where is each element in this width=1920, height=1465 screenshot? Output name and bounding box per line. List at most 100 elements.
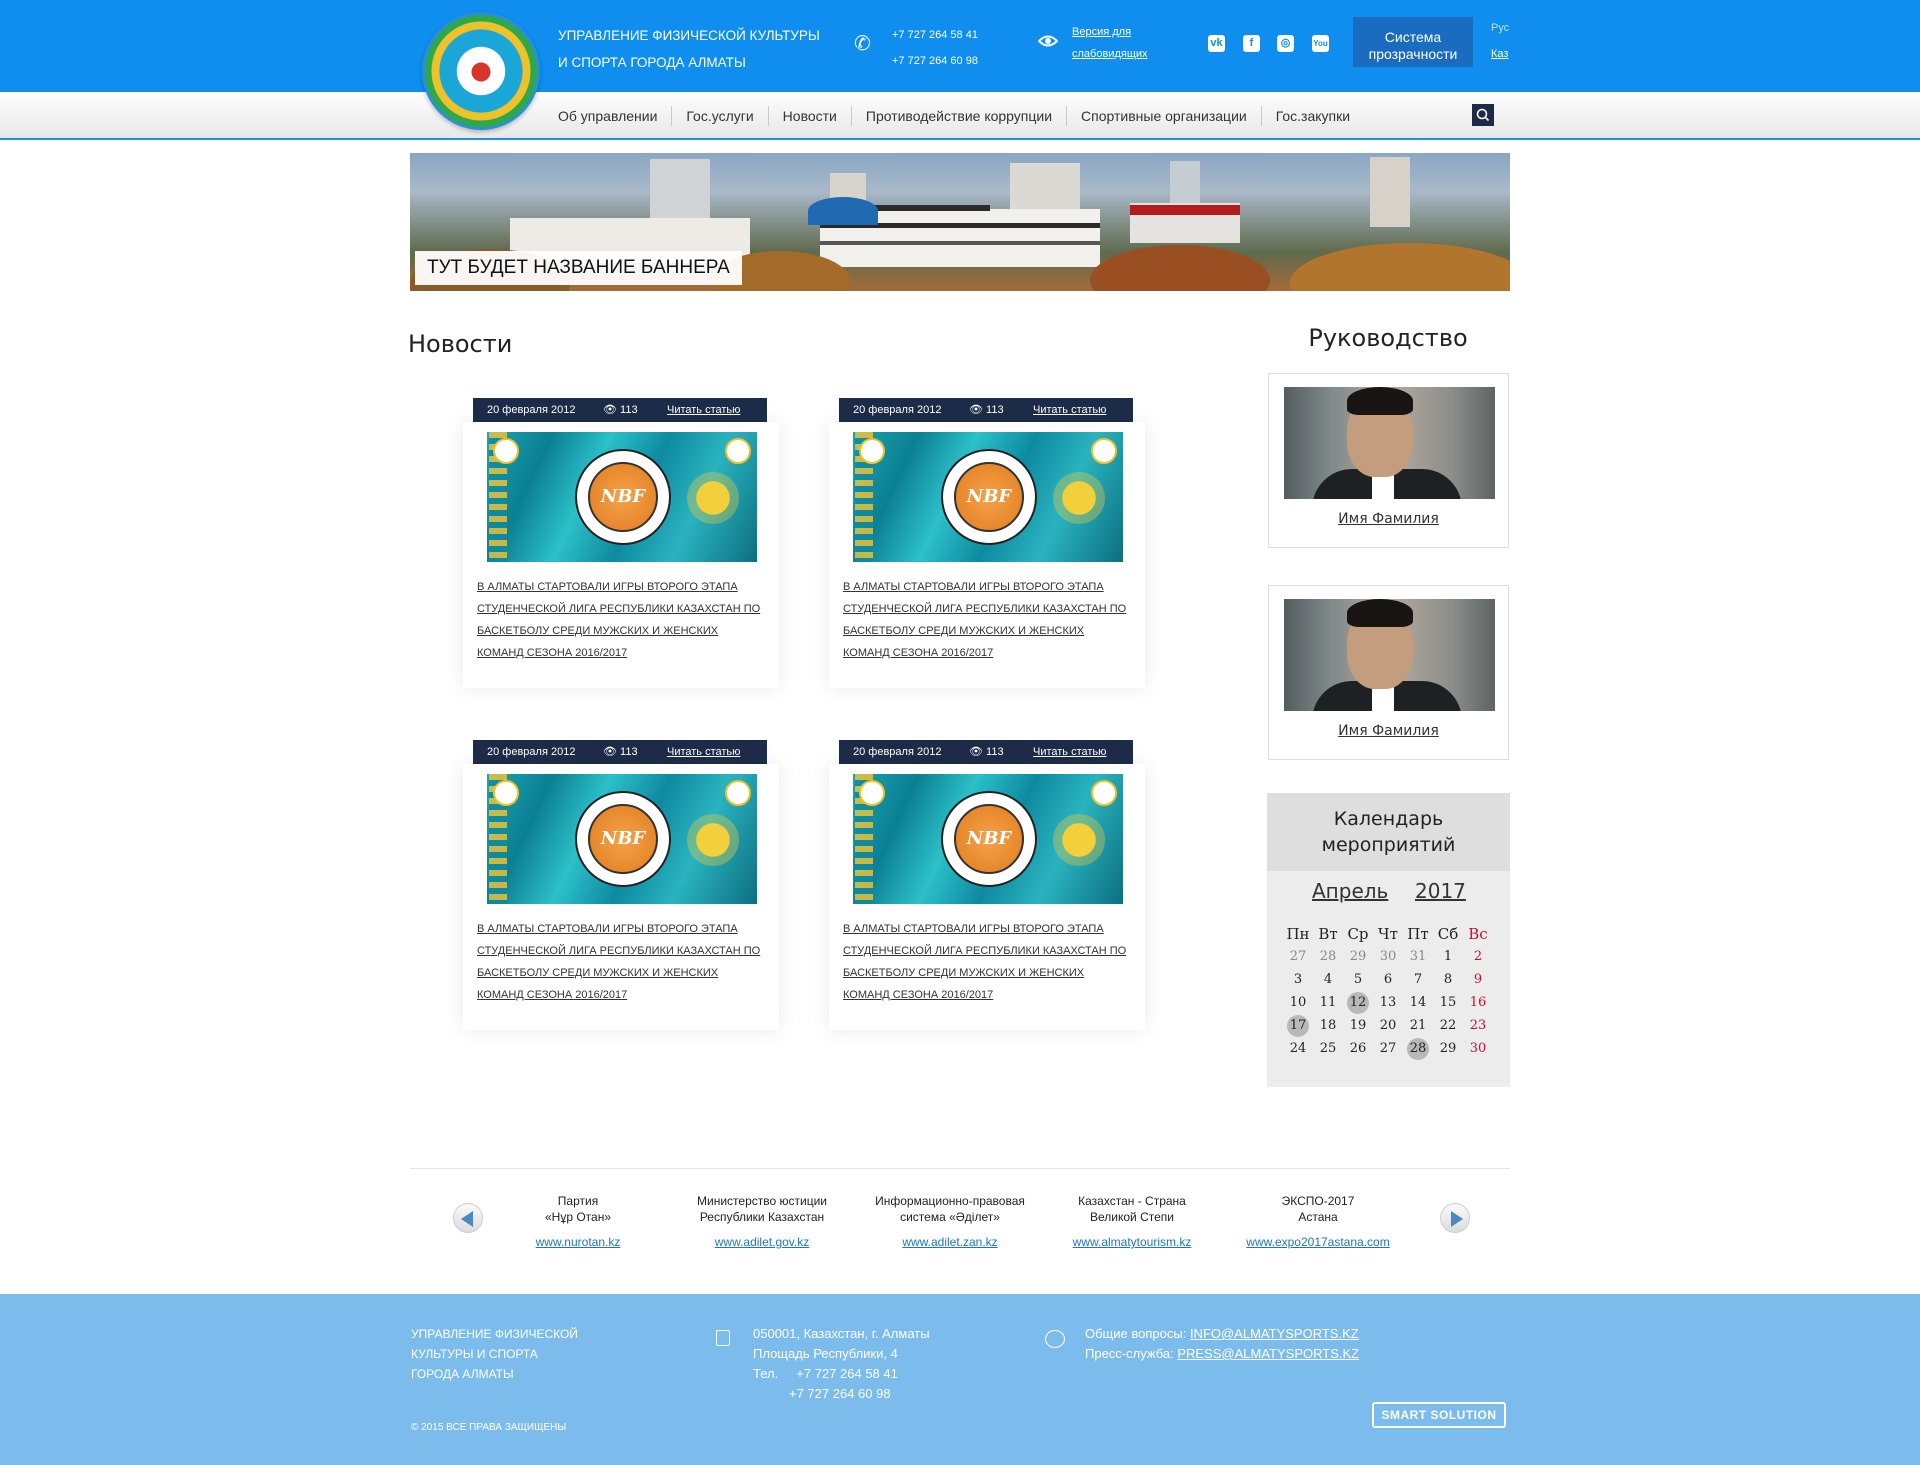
news-title-link[interactable]: В Алматы стартовали игры второго этапа с… xyxy=(477,576,767,664)
calendar-day[interactable]: 10 xyxy=(1283,992,1313,1015)
calendar-day[interactable]: 3 xyxy=(1283,969,1313,992)
partner-item[interactable]: ЭКСПО-2017 Астана www.expo2017astana.com xyxy=(1228,1193,1408,1251)
calendar-title: Календарь мероприятий xyxy=(1267,793,1510,871)
nav-item-1[interactable]: Об управлении xyxy=(558,106,673,126)
news-image[interactable]: NBF xyxy=(853,774,1123,904)
calendar-day[interactable]: 29 xyxy=(1343,946,1373,969)
leader-photo[interactable] xyxy=(1284,387,1495,499)
calendar-year-selector[interactable]: 2017 xyxy=(1415,879,1466,903)
calendar-day-number: 19 xyxy=(1349,1018,1367,1033)
calendar-day[interactable]: 31 xyxy=(1403,946,1433,969)
nav-item-6[interactable]: Гос.закупки xyxy=(1262,106,1364,126)
phone-icon: ✆ xyxy=(854,31,871,55)
read-article-link[interactable]: Читать статью xyxy=(667,740,740,764)
calendar-day[interactable]: 1 xyxy=(1433,946,1463,969)
facebook-icon[interactable]: f xyxy=(1243,35,1260,52)
federation-emblem-icon xyxy=(859,780,885,806)
search-button[interactable] xyxy=(1472,104,1494,126)
lang-kz-link[interactable]: Каз xyxy=(1491,48,1508,60)
leader-name-link[interactable]: Имя Фамилия xyxy=(1269,511,1508,527)
hero-banner[interactable]: Тут будет название баннера xyxy=(410,153,1510,291)
calendar-day[interactable]: 24 xyxy=(1283,1038,1313,1061)
news-image[interactable]: NBF xyxy=(487,432,757,562)
calendar-day[interactable]: 13 xyxy=(1373,992,1403,1015)
nav-item-4[interactable]: Противодействие коррупции xyxy=(852,106,1068,126)
lang-ru-link[interactable]: Рус xyxy=(1491,22,1509,34)
partner-item[interactable]: Министерство юстиции Республики Казахстан… xyxy=(672,1193,852,1251)
calendar-day-number: 20 xyxy=(1379,1018,1397,1033)
nav-item-2[interactable]: Гос.услуги xyxy=(672,106,769,126)
calendar-day[interactable]: 7 xyxy=(1403,969,1433,992)
calendar-day[interactable]: 8 xyxy=(1433,969,1463,992)
nav-item-3[interactable]: Новости xyxy=(769,106,852,126)
partner-url-link[interactable]: www.adilet.gov.kz xyxy=(715,1235,809,1249)
vk-icon[interactable]: vk xyxy=(1208,35,1225,52)
calendar-day[interactable]: 26 xyxy=(1343,1038,1373,1061)
calendar-day-event[interactable]: 28 xyxy=(1403,1038,1433,1061)
footer-org: Управление физической культуры и спорта … xyxy=(411,1324,578,1384)
calendar-day[interactable]: 25 xyxy=(1313,1038,1343,1061)
leader-card[interactable]: Имя Фамилия xyxy=(1268,585,1509,760)
news-title-link[interactable]: В Алматы стартовали игры второго этапа с… xyxy=(843,576,1133,664)
read-article-link[interactable]: Читать статью xyxy=(667,398,740,422)
calendar-day[interactable]: 4 xyxy=(1313,969,1343,992)
calendar-day[interactable]: 11 xyxy=(1313,992,1343,1015)
news-image[interactable]: NBF xyxy=(853,432,1123,562)
calendar-day[interactable]: 27 xyxy=(1283,946,1313,969)
partner-item[interactable]: Партия «Нұр Отан» www.nurotan.kz xyxy=(488,1193,668,1251)
calendar-day[interactable]: 30 xyxy=(1373,946,1403,969)
nav-item-5[interactable]: Спортивные организации xyxy=(1067,106,1262,126)
calendar-day-event[interactable]: 17 xyxy=(1283,1015,1313,1038)
calendar-day[interactable]: 21 xyxy=(1403,1015,1433,1038)
instagram-icon[interactable]: ◎ xyxy=(1277,35,1294,52)
calendar-day[interactable]: 6 xyxy=(1373,969,1403,992)
calendar-day[interactable]: 29 xyxy=(1433,1038,1463,1061)
partner-url-link[interactable]: www.adilet.zan.kz xyxy=(902,1235,997,1249)
calendar-day-number: 28 xyxy=(1407,1038,1429,1060)
calendar-day[interactable]: 22 xyxy=(1433,1015,1463,1038)
youtube-icon[interactable]: You xyxy=(1312,35,1329,52)
transparency-system-button[interactable]: Система прозрачности xyxy=(1353,17,1473,67)
partners-prev-arrow[interactable] xyxy=(453,1203,483,1233)
leader-photo[interactable] xyxy=(1284,599,1495,711)
news-title-link[interactable]: В Алматы стартовали игры второго этапа с… xyxy=(843,918,1133,1006)
news-card[interactable]: 20 февраля 2012 👁 113 Читать статью NBF В Ал… xyxy=(829,398,1145,688)
news-image[interactable]: NBF xyxy=(487,774,757,904)
calendar-day[interactable]: 14 xyxy=(1403,992,1433,1015)
news-card[interactable]: 20 февраля 2012 👁 113 Читать статью NBF В Ал… xyxy=(463,398,779,688)
partners-divider xyxy=(410,1168,1510,1169)
calendar-day-event[interactable]: 12 xyxy=(1343,992,1373,1015)
news-card[interactable]: 20 февраля 2012 👁 113 Читать статью NBF В Ал… xyxy=(463,740,779,1030)
calendar-day[interactable]: 16 xyxy=(1463,992,1493,1015)
calendar-day[interactable]: 19 xyxy=(1343,1015,1373,1038)
calendar-day[interactable]: 18 xyxy=(1313,1015,1343,1038)
partner-item[interactable]: Информационно-правовая система «Әділет» ww… xyxy=(860,1193,1040,1251)
press-email-link[interactable]: PRESS@ALMATYSPORTS.KZ xyxy=(1177,1346,1359,1361)
low-vision-link[interactable]: Версия для слабовидящих xyxy=(1072,21,1148,65)
calendar-day[interactable]: 2 xyxy=(1463,946,1493,969)
calendar-month-selector[interactable]: Апрель xyxy=(1312,879,1388,903)
calendar-day-number: 25 xyxy=(1319,1041,1337,1056)
read-article-link[interactable]: Читать статью xyxy=(1033,398,1106,422)
calendar-day[interactable]: 27 xyxy=(1373,1038,1403,1061)
leader-card[interactable]: Имя Фамилия xyxy=(1268,373,1509,548)
developer-logo[interactable]: SMART SOLUTION xyxy=(1372,1402,1506,1428)
calendar-day[interactable]: 15 xyxy=(1433,992,1463,1015)
calendar-day[interactable]: 28 xyxy=(1313,946,1343,969)
news-card[interactable]: 20 февраля 2012 👁 113 Читать статью NBF В Ал… xyxy=(829,740,1145,1030)
partner-url-link[interactable]: www.almatytourism.kz xyxy=(1073,1235,1192,1249)
calendar-day[interactable]: 20 xyxy=(1373,1015,1403,1038)
leader-name-link[interactable]: Имя Фамилия xyxy=(1269,723,1508,739)
partner-url-link[interactable]: www.nurotan.kz xyxy=(536,1235,621,1249)
partner-item[interactable]: Казахстан - Страна Великой Степи www.almat… xyxy=(1042,1193,1222,1251)
calendar-day[interactable]: 5 xyxy=(1343,969,1373,992)
city-emblem-logo[interactable] xyxy=(422,12,540,130)
partners-next-arrow[interactable] xyxy=(1440,1203,1470,1233)
calendar-day[interactable]: 30 xyxy=(1463,1038,1493,1061)
calendar-day[interactable]: 9 xyxy=(1463,969,1493,992)
partner-url-link[interactable]: www.expo2017astana.com xyxy=(1246,1235,1389,1249)
calendar-day[interactable]: 23 xyxy=(1463,1015,1493,1038)
news-title-link[interactable]: В Алматы стартовали игры второго этапа с… xyxy=(477,918,767,1006)
read-article-link[interactable]: Читать статью xyxy=(1033,740,1106,764)
general-email-link[interactable]: INFO@ALMATYSPORTS.KZ xyxy=(1190,1326,1359,1341)
